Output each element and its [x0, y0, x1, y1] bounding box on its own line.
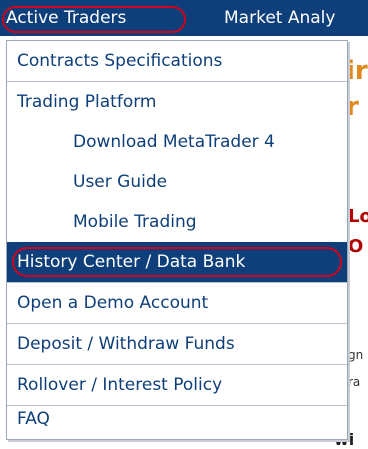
menu-item-open-demo-account[interactable]: Open a Demo Account [7, 283, 347, 323]
menu-item-download-metatrader-4[interactable]: Download MetaTrader 4 [7, 122, 347, 162]
menu-item-faq[interactable]: FAQ [7, 399, 347, 439]
menu-item-trading-platform[interactable]: Trading Platform [7, 82, 347, 122]
background-text-fragment: ra [348, 375, 361, 389]
menu-item-contracts-specifications[interactable]: Contracts Specifications [7, 41, 347, 81]
menu-item-deposit-withdraw-funds[interactable]: Deposit / Withdraw Funds [7, 324, 347, 364]
menu-item-user-guide[interactable]: User Guide [7, 162, 347, 202]
menu-item-mobile-trading[interactable]: Mobile Trading [7, 202, 347, 242]
nav-item-market-analysis[interactable]: Market Analy [224, 0, 335, 36]
background-text-fragment: gn [348, 348, 364, 362]
active-traders-dropdown-menu: Contracts Specifications Trading Platfor… [6, 40, 348, 440]
background-text-fragment: O [348, 236, 364, 257]
background-text-fragment: Lo [348, 206, 368, 227]
menu-item-highlight-ring [12, 247, 342, 277]
menu-item-history-center-data-bank[interactable]: History Center / Data Bank [7, 242, 347, 282]
background-text-fragment: ir [346, 56, 368, 86]
top-nav-bar: Active Traders Market Analy [0, 0, 368, 36]
nav-item-active-traders[interactable]: Active Traders [6, 0, 126, 36]
